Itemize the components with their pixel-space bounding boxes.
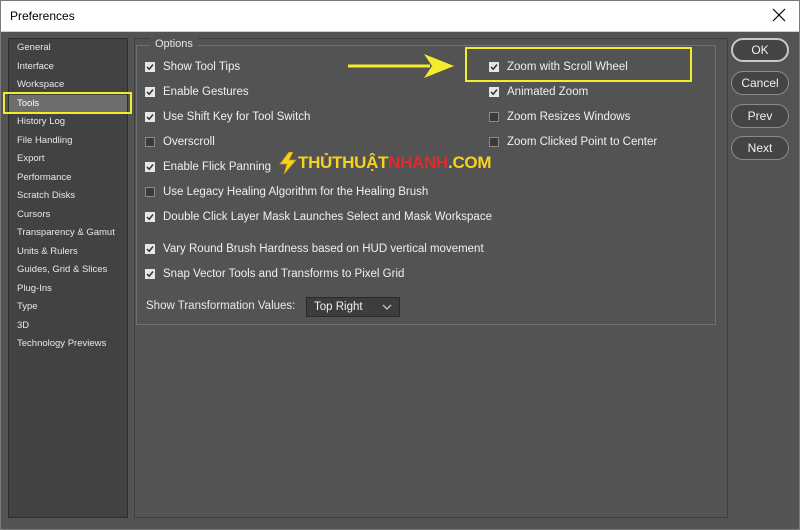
select-value: Top Right bbox=[314, 301, 363, 313]
checkmark-icon bbox=[146, 246, 154, 253]
checkmark-icon bbox=[146, 89, 154, 96]
sidebar-item-file-handling[interactable]: File Handling bbox=[9, 132, 127, 150]
option-vary-round-brush[interactable]: Vary Round Brush Hardness based on HUD v… bbox=[145, 240, 484, 258]
watermark-logo: THỦTHUẬTNHANH.COM bbox=[278, 152, 492, 174]
sidebar-item-export[interactable]: Export bbox=[9, 150, 127, 168]
lightning-icon bbox=[279, 152, 297, 174]
option-label: Use Legacy Healing Algorithm for the Hea… bbox=[163, 186, 429, 198]
option-label: Show Tool Tips bbox=[163, 61, 241, 73]
option-double-click-layer-mask[interactable]: Double Click Layer Mask Launches Select … bbox=[145, 208, 492, 226]
watermark-text: THỦTHUẬTNHANH.COM bbox=[298, 153, 492, 173]
checkbox[interactable] bbox=[145, 162, 155, 172]
option-label: Enable Flick Panning bbox=[163, 161, 272, 173]
sidebar-item-guides-grid-slices[interactable]: Guides, Grid & Slices bbox=[9, 261, 127, 279]
zoom-highlight-box bbox=[465, 47, 692, 82]
ok-button[interactable]: OK bbox=[731, 38, 789, 62]
checkbox[interactable] bbox=[489, 112, 499, 122]
checkbox[interactable] bbox=[489, 137, 499, 147]
cancel-button[interactable]: Cancel bbox=[731, 71, 789, 95]
option-label: Animated Zoom bbox=[507, 86, 589, 98]
checkbox[interactable] bbox=[145, 244, 155, 254]
option-use-shift-key[interactable]: Use Shift Key for Tool Switch bbox=[145, 108, 310, 126]
option-enable-gestures[interactable]: Enable Gestures bbox=[145, 83, 249, 101]
checkmark-icon bbox=[146, 214, 154, 221]
option-legacy-healing[interactable]: Use Legacy Healing Algorithm for the Hea… bbox=[145, 183, 428, 201]
sidebar-item-cursors[interactable]: Cursors bbox=[9, 206, 127, 224]
checkmark-icon bbox=[146, 164, 154, 171]
sidebar-item-performance[interactable]: Performance bbox=[9, 169, 127, 187]
next-button[interactable]: Next bbox=[731, 136, 789, 160]
checkmark-icon bbox=[490, 89, 498, 96]
sidebar-item-transparency-gamut[interactable]: Transparency & Gamut bbox=[9, 224, 127, 242]
watermark-part-3: .COM bbox=[448, 153, 492, 172]
checkbox[interactable] bbox=[145, 62, 155, 72]
sidebar-item-type[interactable]: Type bbox=[9, 298, 127, 316]
watermark-part-2: NHANH bbox=[388, 153, 449, 172]
option-zoom-resizes-windows[interactable]: Zoom Resizes Windows bbox=[489, 108, 630, 126]
option-label: Overscroll bbox=[163, 136, 215, 148]
window-title: Preferences bbox=[10, 9, 75, 23]
option-label: Zoom Resizes Windows bbox=[507, 111, 631, 123]
close-button[interactable] bbox=[769, 5, 789, 25]
checkbox[interactable] bbox=[145, 187, 155, 197]
option-label: Zoom Clicked Point to Center bbox=[507, 136, 658, 148]
option-label: Enable Gestures bbox=[163, 86, 249, 98]
option-overscroll[interactable]: Overscroll bbox=[145, 133, 215, 151]
option-label: Use Shift Key for Tool Switch bbox=[163, 111, 311, 123]
sidebar-item-scratch-disks[interactable]: Scratch Disks bbox=[9, 187, 127, 205]
checkbox[interactable] bbox=[145, 87, 155, 97]
options-group-label: Options bbox=[150, 38, 198, 50]
checkbox[interactable] bbox=[489, 87, 499, 97]
option-label: Snap Vector Tools and Transforms to Pixe… bbox=[163, 268, 405, 280]
option-show-tool-tips[interactable]: Show Tool Tips bbox=[145, 58, 240, 76]
checkbox[interactable] bbox=[145, 137, 155, 147]
option-zoom-clicked-point[interactable]: Zoom Clicked Point to Center bbox=[489, 133, 657, 151]
sidebar-item-general[interactable]: General bbox=[9, 39, 127, 57]
sidebar-item-technology-previews[interactable]: Technology Previews bbox=[9, 335, 127, 353]
sidebar-item-interface[interactable]: Interface bbox=[9, 58, 127, 76]
close-icon bbox=[772, 8, 786, 22]
checkbox[interactable] bbox=[145, 212, 155, 222]
option-animated-zoom[interactable]: Animated Zoom bbox=[489, 83, 588, 101]
arrow-right-icon bbox=[348, 54, 454, 78]
option-label: Double Click Layer Mask Launches Select … bbox=[163, 211, 492, 223]
checkmark-icon bbox=[146, 271, 154, 278]
prev-button[interactable]: Prev bbox=[731, 104, 789, 128]
sidebar-item-units-rulers[interactable]: Units & Rulers bbox=[9, 243, 127, 261]
title-bar: Preferences bbox=[1, 1, 799, 32]
transform-values-label: Show Transformation Values: bbox=[146, 300, 296, 312]
sidebar-item-plug-ins[interactable]: Plug-Ins bbox=[9, 280, 127, 298]
option-label: Vary Round Brush Hardness based on HUD v… bbox=[163, 243, 484, 255]
checkmark-icon bbox=[146, 114, 154, 121]
transform-values-select[interactable]: Top Right bbox=[306, 297, 400, 317]
sidebar-item-3d[interactable]: 3D bbox=[9, 317, 127, 335]
chevron-down-icon bbox=[382, 304, 392, 310]
checkbox[interactable] bbox=[145, 269, 155, 279]
tools-highlight-box bbox=[3, 92, 132, 114]
option-enable-flick-panning[interactable]: Enable Flick Panning bbox=[145, 158, 271, 176]
checkmark-icon bbox=[146, 64, 154, 71]
checkbox[interactable] bbox=[145, 112, 155, 122]
watermark-part-1: THỦTHUẬT bbox=[298, 153, 389, 172]
option-snap-vector-tools[interactable]: Snap Vector Tools and Transforms to Pixe… bbox=[145, 265, 404, 283]
sidebar-item-history-log[interactable]: History Log bbox=[9, 113, 127, 131]
